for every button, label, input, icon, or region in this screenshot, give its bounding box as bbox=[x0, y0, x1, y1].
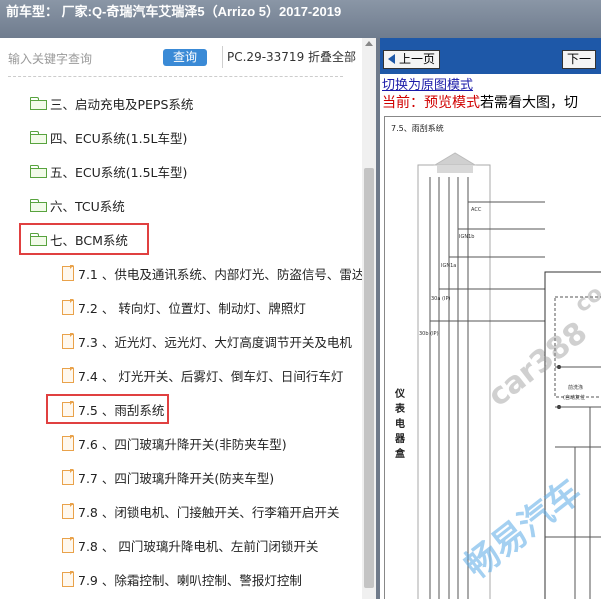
label-front-wash: 前洗涤 bbox=[568, 384, 583, 391]
tree-file-label: 7.2 、 转向灯、位置灯、制动灯、牌照灯 bbox=[78, 300, 306, 316]
document-icon bbox=[62, 537, 74, 553]
query-button[interactable]: 查询 bbox=[163, 49, 207, 66]
current-label: 当前： bbox=[382, 95, 424, 111]
catalog-panel: 查询 PC.29-33719 折叠全部 三、启动充电及PEPS系统 四、ECU系… bbox=[0, 38, 376, 599]
tree-file-label: 7.8 、 四门玻璃升降电机、左前门闭锁开关 bbox=[78, 538, 319, 554]
diagram-title: 7.5、雨刮系统 bbox=[391, 123, 444, 133]
tree-folder-item[interactable]: 四、ECU系统(1.5L车型) bbox=[30, 126, 187, 148]
tree-file-label: 7.9 、除霜控制、喇叭控制、警报灯控制 bbox=[78, 572, 302, 588]
tree-folder-item[interactable]: 五、ECU系统(1.5L车型) bbox=[30, 160, 187, 182]
tree-folder-item[interactable]: 三、启动充电及PEPS系统 bbox=[30, 92, 193, 114]
tree-file-item[interactable]: 7.9 、除霜控制、喇叭控制、警报灯控制 bbox=[62, 568, 302, 590]
arrow-left-icon bbox=[388, 54, 395, 64]
search-bar: 查询 PC.29-33719 折叠全部 bbox=[0, 38, 362, 78]
tree-file-label: 7.8 、闭锁电机、门接触开关、行李箱开启开关 bbox=[78, 504, 340, 520]
document-icon bbox=[62, 435, 74, 451]
tree-file-label: 7.1 、供电及通讯系统、内部灯光、防盗信号、雷达 bbox=[78, 266, 365, 282]
tree-scrollbar[interactable] bbox=[362, 38, 376, 599]
preview-mode-notice: 当前：预览模式若需看大图，切 bbox=[382, 92, 578, 112]
document-icon bbox=[62, 299, 74, 315]
document-icon bbox=[62, 503, 74, 519]
next-page-button[interactable]: 下一 bbox=[562, 50, 597, 69]
wiring-diagram[interactable]: 7.5、雨刮系统 ACC IGN1b IGN1a 30a (IP) 30b (I… bbox=[384, 116, 601, 599]
switch-original-mode-link[interactable]: 切换为原图模式 bbox=[382, 74, 473, 93]
folder-icon bbox=[30, 131, 47, 144]
document-icon bbox=[62, 469, 74, 485]
document-icon bbox=[62, 333, 74, 349]
page-nav-bar: 上一页 下一 bbox=[380, 38, 601, 74]
label-30b: 30b (IP) bbox=[419, 331, 439, 337]
vehicle-model-title: 前车型： 厂家:Q-奇瑞汽车艾瑞泽5（Arrizo 5）2017-2019 bbox=[6, 4, 342, 19]
tree-file-item[interactable]: 7.8 、 四门玻璃升降电机、左前门闭锁开关 bbox=[62, 534, 318, 556]
tree-folder-label: 六、TCU系统 bbox=[50, 198, 125, 214]
tree-file-label: 7.7 、四门玻璃升降开关(防夹车型) bbox=[78, 470, 275, 486]
tree-file-item[interactable]: 7.6 、四门玻璃升降开关(非防夹车型) bbox=[62, 432, 287, 454]
tree-folder-label: 四、ECU系统(1.5L车型) bbox=[50, 130, 188, 146]
next-page-label: 下一 bbox=[567, 52, 592, 66]
fuse-box-label: 仪表电器盒 bbox=[395, 389, 405, 460]
tree-folder-label: 五、ECU系统(1.5L车型) bbox=[50, 164, 188, 180]
bcm-highlight-box bbox=[19, 223, 149, 255]
pc-info: PC.29-33719 折叠全部 bbox=[227, 48, 356, 65]
label-acc: ACC bbox=[471, 207, 482, 213]
label-ign1a: IGN1a bbox=[441, 263, 456, 269]
scroll-up-arrow-icon[interactable] bbox=[365, 41, 373, 46]
app-titlebar: 前车型： 厂家:Q-奇瑞汽车艾瑞泽5（Arrizo 5）2017-2019 bbox=[0, 0, 601, 38]
search-divider bbox=[8, 76, 343, 77]
folder-icon bbox=[30, 199, 47, 212]
tree-file-label: 7.3 、近光灯、远光灯、大灯高度调节开关及电机 bbox=[78, 334, 352, 350]
collapse-all-link[interactable]: 折叠全部 bbox=[308, 50, 356, 64]
tree-file-item[interactable]: 7.1 、供电及通讯系统、内部灯光、防盗信号、雷达 bbox=[62, 262, 364, 284]
prev-page-label: 上一页 bbox=[399, 52, 436, 66]
current-mode: 预览模式 bbox=[424, 95, 480, 111]
toolbar-divider bbox=[222, 46, 223, 68]
tree-folder-item[interactable]: 六、TCU系统 bbox=[30, 194, 125, 216]
tree-file-item[interactable]: 7.4 、 灯光开关、后雾灯、倒车灯、日间行车灯 bbox=[62, 364, 343, 386]
tree-file-item[interactable]: 7.2 、 转向灯、位置灯、制动灯、牌照灯 bbox=[62, 296, 306, 318]
folder-icon bbox=[30, 97, 47, 110]
label-ign1b: IGN1b bbox=[459, 234, 474, 240]
document-icon bbox=[62, 571, 74, 587]
document-icon bbox=[62, 367, 74, 383]
tree-folder-label: 三、启动充电及PEPS系统 bbox=[50, 96, 194, 112]
viewer-panel: 上一页 下一 切换为原图模式 当前：预览模式若需看大图，切 7.5、雨刮系统 A… bbox=[380, 38, 601, 599]
prev-page-button[interactable]: 上一页 bbox=[383, 50, 441, 69]
pc-number: PC.29-33719 bbox=[227, 50, 305, 64]
tree-file-item[interactable]: 7.7 、四门玻璃升降开关(防夹车型) bbox=[62, 466, 274, 488]
tree-file-label: 7.6 、四门玻璃升降开关(非防夹车型) bbox=[78, 436, 287, 452]
label-auto-reset: (自动复位 bbox=[563, 394, 585, 401]
tree-file-label: 7.4 、 灯光开关、后雾灯、倒车灯、日间行车灯 bbox=[78, 368, 344, 384]
current-hint: 若需看大图，切 bbox=[480, 95, 578, 111]
search-input[interactable] bbox=[8, 50, 158, 68]
wiring-diagram-drawing: 7.5、雨刮系统 ACC IGN1b IGN1a 30a (IP) 30b (I… bbox=[391, 123, 601, 599]
label-30a: 30a (IP) bbox=[431, 296, 450, 302]
wiper-highlight-box bbox=[46, 394, 169, 424]
scrollbar-thumb[interactable] bbox=[364, 168, 374, 588]
tree-file-item[interactable]: 7.8 、闭锁电机、门接触开关、行李箱开启开关 bbox=[62, 500, 339, 522]
document-icon bbox=[62, 265, 74, 281]
tree-file-item[interactable]: 7.3 、近光灯、远光灯、大灯高度调节开关及电机 bbox=[62, 330, 352, 352]
folder-icon bbox=[30, 165, 47, 178]
